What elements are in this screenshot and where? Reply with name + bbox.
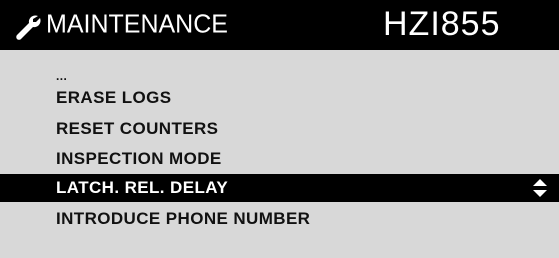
up-down-arrows-icon — [533, 179, 547, 197]
wrench-icon — [16, 15, 41, 40]
menu-item-erase-logs[interactable]: ERASE LOGS — [0, 84, 559, 112]
menu-item-more[interactable]: ... — [0, 68, 559, 84]
page-title: MAINTENANCE — [46, 9, 228, 39]
menu-item-inspection-mode[interactable]: INSPECTION MODE — [0, 145, 559, 173]
header-bar: MAINTENANCE HZI855 — [0, 0, 559, 50]
menu-item-reset-counters[interactable]: RESET COUNTERS — [0, 115, 559, 143]
menu-item-latch-rel-delay[interactable]: LATCH. REL. DELAY — [0, 174, 559, 202]
maintenance-screen: MAINTENANCE HZI855 ... ERASE LOGS RESET … — [0, 0, 559, 258]
device-id-label: HZI855 — [383, 5, 501, 43]
menu-item-label: LATCH. REL. DELAY — [56, 178, 229, 197]
menu-item-introduce-phone-number[interactable]: INTRODUCE PHONE NUMBER — [0, 205, 559, 233]
menu-list: ... ERASE LOGS RESET COUNTERS INSPECTION… — [0, 50, 559, 258]
